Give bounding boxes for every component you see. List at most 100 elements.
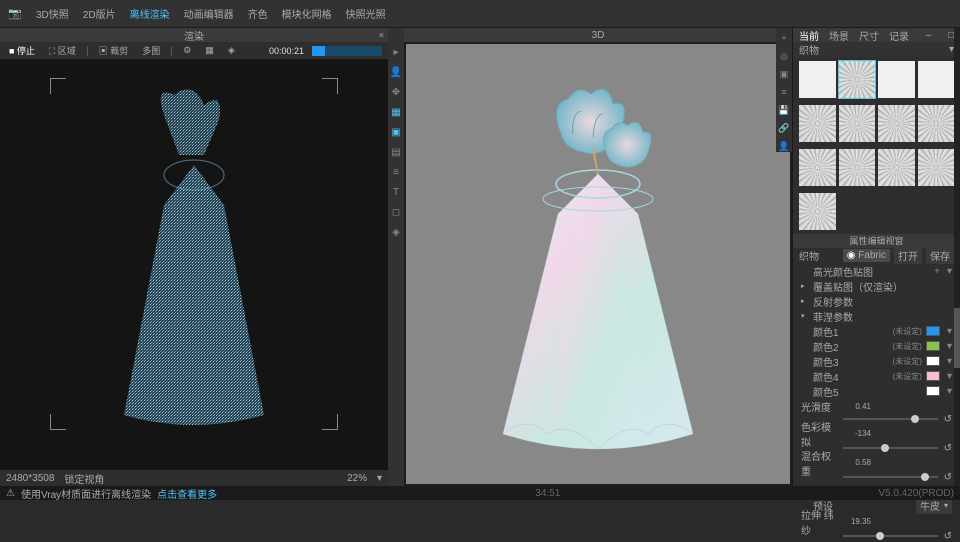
status-link[interactable]: 点击查看更多: [157, 486, 217, 501]
version-label: V5.0.420(PROD): [878, 488, 954, 499]
fabric-swatch[interactable]: [799, 193, 836, 230]
tab-2d-pattern[interactable]: 2D版片: [83, 6, 116, 21]
reset-icon[interactable]: ↺: [944, 414, 952, 425]
fabric-swatch-grid-3: 织物_2 9o 织物_2 9o 织物_2 9o 织物_2 9o: [793, 145, 960, 189]
save-button[interactable]: 保存: [926, 247, 954, 264]
tab-offline-render[interactable]: 离线渲染: [130, 6, 170, 21]
list-icon[interactable]: ≡: [778, 86, 790, 98]
fabric-swatch-1[interactable]: 织物_1: [878, 61, 915, 98]
prop-fresnel[interactable]: ▾菲涅参数: [793, 309, 960, 324]
render-toolbar: ■ 停止 ⛶ 区域 ▣ 裁剪 多图 ⚙ ▦ ◈ 00:00:21: [0, 42, 388, 60]
tool-avatar-icon[interactable]: 👤: [390, 66, 402, 78]
view-mode-label[interactable]: 锁定视角: [64, 471, 104, 486]
close-icon[interactable]: ×: [379, 30, 384, 40]
tab-modular-grid[interactable]: 模块化网格: [282, 6, 332, 21]
tool-cube-icon[interactable]: ◻: [390, 206, 402, 218]
slider-stretch[interactable]: ↺: [793, 531, 960, 542]
prop-highlight-map[interactable]: 高光颜色贴图+▾: [793, 264, 960, 279]
fabric-swatch-default[interactable]: 默认织物: [799, 61, 836, 98]
tab-current[interactable]: 当前: [799, 28, 819, 43]
tool-layers-icon[interactable]: ≡: [390, 166, 402, 178]
crop-corner-tr[interactable]: [322, 78, 338, 94]
prop-color4: 颜色4(未设定)▾: [793, 369, 960, 384]
prop-override-map[interactable]: ▸覆盖贴图（仅渲染）: [793, 279, 960, 294]
more-icon[interactable]: ▾: [947, 266, 952, 277]
scrollbar-thumb[interactable]: [954, 308, 960, 368]
render-progress: [312, 46, 382, 56]
tool-box-icon[interactable]: ▣: [390, 126, 402, 138]
tool-move-icon[interactable]: ✥: [390, 86, 402, 98]
render-viewport[interactable]: [0, 60, 388, 470]
tab-history[interactable]: 记录: [889, 28, 909, 43]
fabric-swatch[interactable]: [918, 105, 955, 142]
property-editor-header: 属性编辑视窗: [793, 234, 960, 248]
tab-scene[interactable]: 场景: [829, 28, 849, 43]
color-picker-2[interactable]: [926, 341, 940, 351]
fabric-section-header[interactable]: 织物 ▾: [793, 42, 960, 57]
resolution-label: 2480*3508: [6, 473, 54, 484]
reset-icon[interactable]: ↺: [944, 472, 952, 483]
color-picker-4[interactable]: [926, 371, 940, 381]
properties-panel: 当前 场景 尺寸 记录 – □ 织物 ▾ 默认织物 织物_2 织物_1 织物_2…: [792, 28, 960, 486]
zoom-dropdown-icon[interactable]: ▾: [377, 473, 382, 484]
crop-button[interactable]: ▣ 裁剪: [96, 43, 132, 58]
3d-panel-header: 3D ×: [404, 28, 792, 42]
open-button[interactable]: 打开: [894, 247, 922, 264]
region-button[interactable]: ⛶ 区域: [46, 43, 79, 58]
3d-viewport[interactable]: [406, 44, 790, 484]
add-icon[interactable]: +: [934, 266, 940, 277]
prop-reflect[interactable]: ▸反射参数: [793, 294, 960, 309]
fabric-swatch-2[interactable]: 织物_2: [839, 61, 876, 98]
right-scrollbar[interactable]: [954, 28, 960, 486]
tab-snapshot-light[interactable]: 快照光照: [346, 6, 386, 21]
fabric-swatch[interactable]: 织物_2 9o: [839, 149, 876, 186]
slider-mix[interactable]: ↺: [793, 472, 960, 483]
fabric-swatch[interactable]: 织物_2 9o: [799, 149, 836, 186]
crop-corner-br[interactable]: [322, 414, 338, 430]
tab-3d-snapshot[interactable]: 3D快照: [36, 6, 69, 21]
add-icon[interactable]: +: [778, 32, 790, 44]
tool-icon-2[interactable]: ▦: [202, 44, 217, 57]
viewport-tool-strip: ▸ 👤 ✥ ▦ ▣ ▤ ≡ T ◻ ◈: [388, 28, 404, 486]
fabric-swatch[interactable]: [799, 105, 836, 142]
prop-saturation: 色彩模拟-134: [793, 425, 960, 443]
link-icon[interactable]: 🔗: [778, 122, 790, 134]
color-picker-3[interactable]: [926, 356, 940, 366]
status-text: 使用Vray材质面进行离线渲染: [21, 486, 151, 501]
fabric-swatch[interactable]: [839, 105, 876, 142]
fabric-swatch[interactable]: 织物_2 9o: [918, 149, 955, 186]
tool-mesh-icon[interactable]: ▦: [390, 106, 402, 118]
top-toolbar: 📷 3D快照 2D版片 离线渲染 动画编辑器 齐色 模块化网格 快照光照: [0, 0, 960, 28]
tool-grid-icon[interactable]: ▤: [390, 146, 402, 158]
user-icon[interactable]: 👤: [778, 140, 790, 152]
zoom-level[interactable]: 22%: [347, 473, 367, 484]
tab-animation-editor[interactable]: 动画编辑器: [184, 6, 234, 21]
reset-icon[interactable]: ↺: [944, 443, 952, 454]
fabric-swatch[interactable]: [878, 105, 915, 142]
copy-icon[interactable]: ▣: [778, 68, 790, 80]
tool-icon-3[interactable]: ◈: [225, 44, 238, 57]
prop-mix: 混合权重0.58: [793, 454, 960, 472]
stop-button[interactable]: ■ 停止: [6, 43, 38, 58]
color-picker-1[interactable]: [926, 326, 940, 336]
tool-select-icon[interactable]: ▸: [390, 46, 402, 58]
camera-icon[interactable]: 📷: [8, 7, 22, 21]
tool-text-icon[interactable]: T: [390, 186, 402, 198]
tab-colorway[interactable]: 齐色: [248, 6, 268, 21]
render-panel-title: 渲染: [184, 28, 204, 43]
fabric-swatch[interactable]: [918, 61, 955, 98]
save-icon[interactable]: 💾: [778, 104, 790, 116]
minimize-icon[interactable]: –: [926, 30, 932, 41]
tool-icon-1[interactable]: ⚙: [180, 44, 194, 57]
prop-color5: 颜色5▾: [793, 384, 960, 399]
reset-icon[interactable]: ↺: [944, 531, 952, 542]
tool-tag-icon[interactable]: ◈: [390, 226, 402, 238]
fabric-swatch[interactable]: 织物_2 9o: [878, 149, 915, 186]
color-picker-5[interactable]: [926, 386, 940, 396]
multi-button[interactable]: 多图: [139, 43, 163, 58]
target-icon[interactable]: ◎: [778, 50, 790, 62]
tab-size[interactable]: 尺寸: [859, 28, 879, 43]
3d-panel-title: 3D: [592, 30, 605, 41]
fabric-type-button[interactable]: ◉ Fabric: [843, 249, 890, 262]
prop-color3: 颜色3(未设定)▾: [793, 354, 960, 369]
